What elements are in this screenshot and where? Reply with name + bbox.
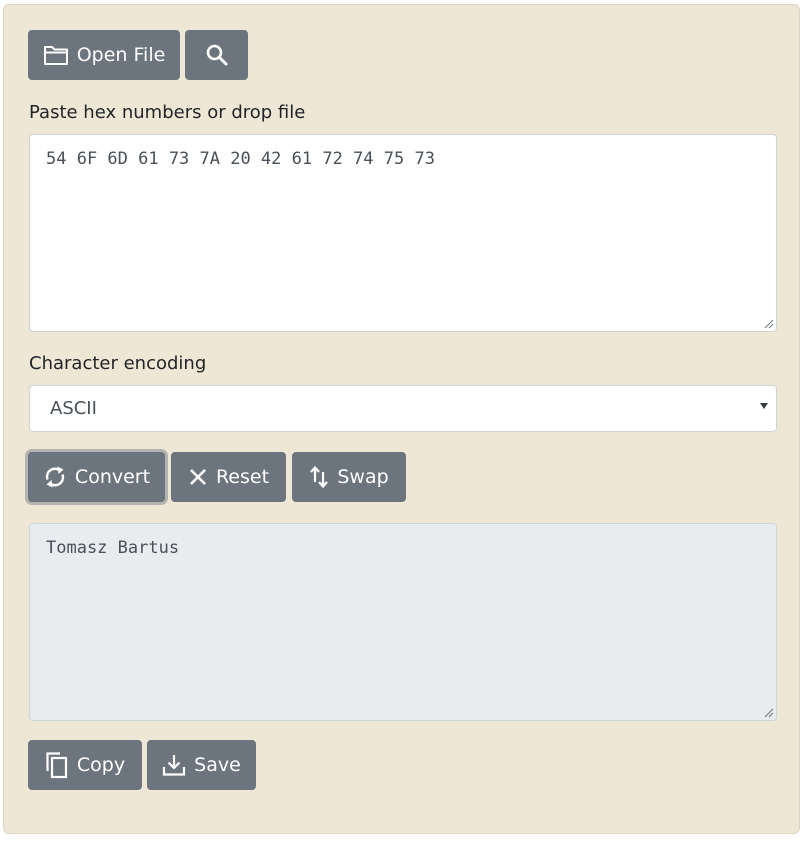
swap-button[interactable]: Swap <box>292 452 406 502</box>
convert-button[interactable]: Convert <box>28 452 165 502</box>
search-button[interactable] <box>185 30 248 80</box>
open-file-label: Open File <box>76 44 166 66</box>
copy-icon <box>46 752 67 779</box>
open-file-button[interactable]: Open File <box>28 30 180 80</box>
save-label: Save <box>194 754 241 776</box>
convert-label: Convert <box>74 466 151 488</box>
encoding-select[interactable]: ASCII <box>29 385 777 432</box>
text-output[interactable]: Tomasz Bartus <box>29 523 777 721</box>
copy-label: Copy <box>76 754 126 776</box>
input-label: Paste hex numbers or drop file <box>29 102 306 123</box>
encoding-label: Character encoding <box>29 353 207 374</box>
refresh-icon <box>45 466 65 488</box>
caret-down-icon <box>760 403 768 409</box>
hex-input[interactable]: 54 6F 6D 61 73 7A 20 42 61 72 74 75 73 <box>29 134 777 332</box>
search-icon <box>206 44 227 66</box>
converter-panel: Open File Paste hex numbers or drop file… <box>3 4 800 834</box>
close-icon <box>190 469 206 485</box>
swap-label: Swap <box>337 466 389 488</box>
encoding-selected-value: ASCII <box>50 398 97 419</box>
save-button[interactable]: Save <box>147 740 256 790</box>
reset-label: Reset <box>215 466 270 488</box>
folder-icon <box>43 46 68 65</box>
copy-button[interactable]: Copy <box>28 740 142 790</box>
download-icon <box>163 755 186 776</box>
reset-button[interactable]: Reset <box>171 452 286 502</box>
swap-vertical-icon <box>310 465 329 489</box>
